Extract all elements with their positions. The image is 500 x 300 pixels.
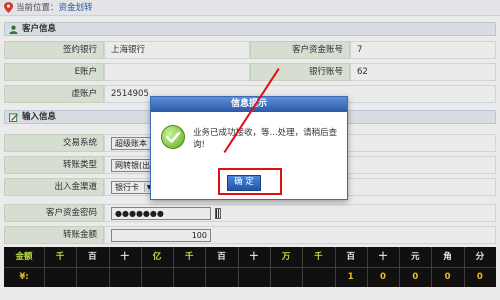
highlight-box: [218, 168, 282, 195]
check-icon: [161, 125, 185, 149]
dialog-title: 信息提示: [151, 97, 347, 112]
dialog-message: 业务已成功接收，等...处理，请稍后查询!: [193, 128, 338, 150]
